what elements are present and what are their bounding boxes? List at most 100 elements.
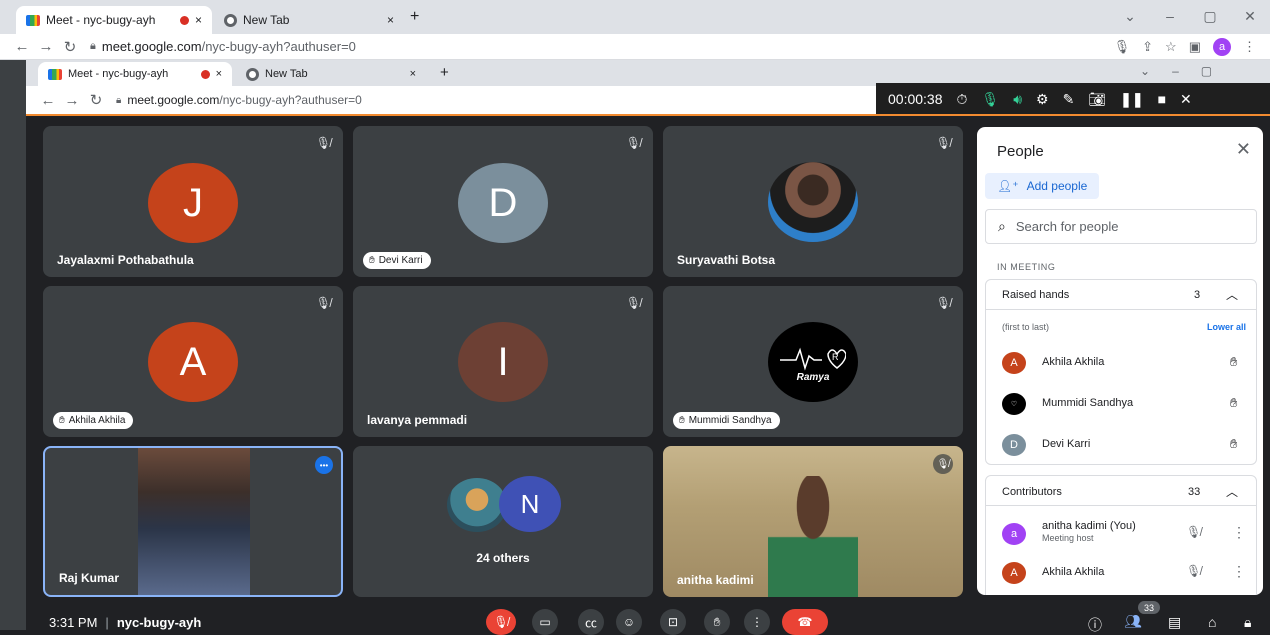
others-tile[interactable]: N 24 others [353,446,653,597]
forward-icon[interactable]: → [34,38,58,55]
chrome-icon [224,13,237,27]
contributors-header[interactable]: Contributors 33 ︿ [986,476,1256,506]
mic-muted-icon[interactable]: 🎙︎̸ [1186,564,1201,578]
mic-indicator-icon[interactable]: 🎙︎ [1114,39,1131,55]
maximize-icon[interactable]: ▢ [1190,8,1230,25]
minimize-icon[interactable]: – [1172,64,1179,78]
leave-call-button[interactable]: ☎︎ [782,609,828,635]
raised-hand-icon: ✋︎ [679,415,685,426]
tab-new-tab[interactable]: New Tab × [214,6,404,34]
tab-close-icon[interactable]: × [195,13,202,27]
participant-tile[interactable]: 🎙︎̸ R Ramya ✋︎ Mummidi Sandhya [663,286,963,437]
avatar: D [458,163,548,243]
back-icon[interactable]: ← [36,92,60,109]
more-options-icon[interactable]: ⋮ [1232,563,1246,580]
mic-muted-icon[interactable]: 🎙︎̸ [1186,525,1201,539]
participant-tile[interactable]: 🎙︎̸ A ✋︎ Akhila Akhila [43,286,343,437]
reload-icon[interactable]: ↻ [58,38,82,56]
more-options-button[interactable]: ⋮ [744,609,770,635]
raised-hands-group: Raised hands 3 ︿ (first to last) Lower a… [985,279,1257,465]
speaker-icon[interactable]: 🔊︎ [1013,91,1022,108]
raised-hands-header[interactable]: Raised hands 3 ︿ [986,280,1256,310]
chevron-up-icon[interactable]: ︿ [1226,483,1238,500]
close-icon[interactable]: ✕ [1180,91,1192,108]
list-item[interactable]: A Akhila Akhila ✋︎ [1002,352,1252,376]
reactions-button[interactable]: ☺ [616,609,642,635]
camera-icon[interactable]: 📷︎ [1088,91,1106,108]
participant-tile[interactable]: 🎙︎̸ J Jayalaxmi Pothabathula [43,126,343,277]
stop-icon[interactable]: ■ [1158,91,1166,107]
close-panel-icon[interactable]: ✕ [1236,139,1251,160]
people-icon[interactable]: 👥︎ [1124,613,1142,630]
panel-title: People [997,143,1044,160]
mic-toggle-button[interactable]: 🎙︎̸ [486,609,516,635]
settings-gear-icon[interactable]: ⚙︎ [1036,91,1049,108]
pause-icon[interactable]: ❚❚ [1120,91,1143,108]
tab-meet[interactable]: Meet - nyc-bugy-ayh × [16,6,212,34]
list-item[interactable]: ♡ Mummidi Sandhya ✋︎ [1002,393,1252,417]
tab-title: Meet - nyc-bugy-ayh [68,68,169,80]
pen-icon[interactable]: ✎ [1063,91,1075,108]
back-icon[interactable]: ← [10,38,34,55]
new-tab-button[interactable]: + [410,8,419,26]
inner-window-controls: ⌄ – ▢ [1140,64,1212,78]
participant-tile[interactable]: 🎙︎̸ Suryavathi Botsa [663,126,963,277]
tab-search-icon[interactable]: ⌄ [1110,8,1150,25]
raised-hand-icon[interactable]: ✋︎ [1230,436,1237,452]
url-host: meet.google.com [127,93,220,107]
search-people-input[interactable]: ⌕ Search for people [985,209,1257,244]
close-window-icon[interactable]: ✕ [1230,8,1270,25]
chevron-up-icon[interactable]: ︿ [1226,286,1238,303]
camera-toggle-button[interactable]: ▭ [532,609,558,635]
side-panel-icon[interactable]: ▣ [1189,39,1201,55]
profile-avatar[interactable]: a [1213,37,1231,56]
participant-tile[interactable]: 🎙︎̸ D ✋︎ Devi Karri [353,126,653,277]
microphone-icon[interactable]: 🎙︎ [981,91,999,108]
tab-close-icon[interactable]: × [410,68,416,80]
more-options-icon[interactable]: ⋮ [1232,524,1246,541]
inner-tab-meet[interactable]: Meet - nyc-bugy-ayh × [38,62,232,86]
meeting-info-icon[interactable]: ⓘ [1088,615,1102,635]
raised-hand-icon[interactable]: ✋︎ [1230,395,1237,411]
raise-hand-button[interactable]: ✋︎ [704,609,730,635]
url-field[interactable]: 🔒︎ meet.google.com/nyc-bugy-ayh?authuser… [116,93,362,107]
tab-close-icon[interactable]: × [387,13,394,27]
logo-avatar: R Ramya [768,322,858,402]
host-controls-lock-icon[interactable]: 🔒︎ [1244,614,1251,631]
activities-icon[interactable]: ⌂ [1208,614,1216,630]
list-item[interactable]: A Akhila Akhila 🎙︎̸ ⋮ [1002,562,1252,586]
tab-close-icon[interactable]: × [216,68,222,80]
participant-video [138,448,250,595]
minimize-icon[interactable]: – [1150,8,1190,25]
lower-all-button[interactable]: Lower all [1207,322,1246,332]
menu-kebab-icon[interactable]: ⋮ [1243,39,1256,55]
list-item[interactable]: D Devi Karri ✋︎ [1002,434,1252,458]
participant-tile[interactable]: 🎙︎̸ I lavanya pemmadi [353,286,653,437]
participant-tile-speaking[interactable]: ••• Raj Kumar [43,446,343,597]
meeting-details: 3:31 PM | nyc-bugy-ayh [49,615,201,630]
maximize-icon[interactable]: ▢ [1201,64,1212,78]
add-people-button[interactable]: 👤︎⁺ Add people [985,173,1100,199]
mic-muted-icon: 🎙︎̸ [315,296,331,310]
heartbeat-logo-icon: R [780,347,846,371]
timer-icon[interactable]: ⏱︎ [957,91,968,108]
present-button[interactable]: ⊡ [660,609,686,635]
captions-button[interactable]: ㏄ [578,609,604,635]
list-item[interactable]: a anitha kadimi (You) Meeting host 🎙︎̸ ⋮ [1002,520,1252,548]
participant-tile[interactable]: 🎙︎̸ anitha kadimi [663,446,963,597]
reload-icon[interactable]: ↻ [84,91,108,109]
inner-new-tab-button[interactable]: + [440,64,449,81]
bookmark-star-icon[interactable]: ☆ [1165,39,1177,55]
chat-icon[interactable]: ▤ [1168,614,1181,631]
tab-search-icon[interactable]: ⌄ [1140,64,1150,78]
avatar: A [1002,352,1026,374]
raised-hand-icon[interactable]: ✋︎ [1230,354,1237,370]
inner-tab-new-tab[interactable]: New Tab × [236,62,426,86]
url-field[interactable]: 🔒︎ meet.google.com/nyc-bugy-ayh?authuser… [90,39,356,54]
camera-icon: ▭ [539,615,551,629]
forward-icon[interactable]: → [60,92,84,109]
avatar: A [148,322,238,402]
share-icon[interactable]: ⇪ [1142,39,1153,55]
avatar: a [1002,523,1026,545]
emoji-icon: ☺ [622,615,636,629]
